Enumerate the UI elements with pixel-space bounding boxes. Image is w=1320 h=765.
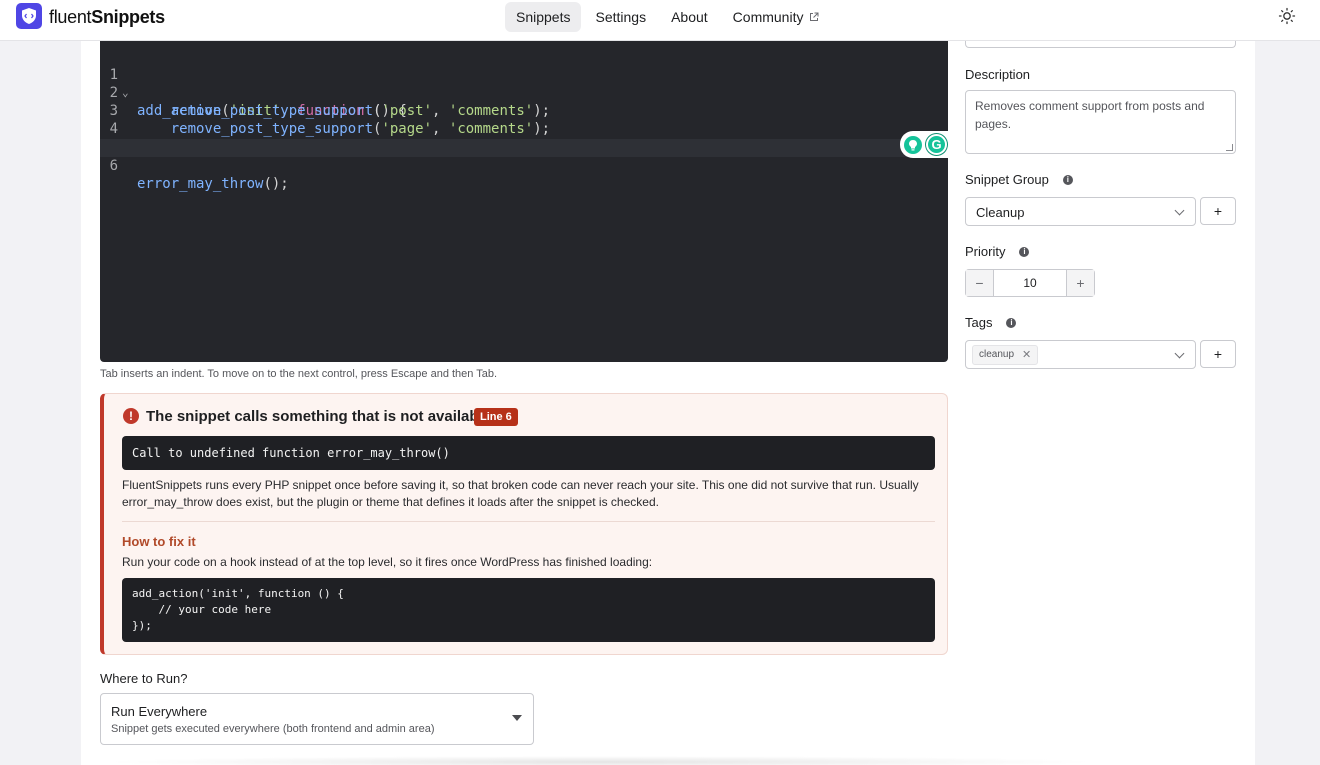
close-icon[interactable]: ✕ xyxy=(1022,346,1031,364)
error-icon: ! xyxy=(123,408,139,424)
tag-label: cleanup xyxy=(979,349,1015,360)
priority-label: Priority i xyxy=(965,244,1030,259)
tag-chip: cleanup ✕ xyxy=(972,345,1039,365)
priority-stepper: − 10 + xyxy=(965,269,1095,297)
section-shadow xyxy=(100,756,1100,765)
add-tag-button[interactable]: + xyxy=(1200,340,1236,368)
tags-select[interactable]: cleanup ✕ xyxy=(965,340,1196,369)
external-link-icon xyxy=(809,2,819,32)
main-nav: Snippets Settings About Community xyxy=(505,1,833,33)
description-value: Removes comment support from posts and p… xyxy=(975,99,1205,131)
code-line[interactable]: 4 }); xyxy=(100,102,948,155)
snippet-group-label: Snippet Group i xyxy=(965,172,1073,187)
code-editor[interactable]: 1 ⌄ add_action('init', function () { 2 r… xyxy=(100,41,948,362)
error-title: The snippet calls something that is not … xyxy=(146,408,517,425)
brand-name[interactable]: fluentSnippets xyxy=(49,7,165,28)
where-to-run-description: Snippet gets executed everywhere (both f… xyxy=(111,723,435,735)
grammarly-icon[interactable]: G xyxy=(926,134,947,155)
error-description: FluentSnippets runs every PHP snippet on… xyxy=(122,478,919,509)
caret-down-icon xyxy=(512,715,522,721)
code-line[interactable]: 3 remove_post_type_support('page', 'comm… xyxy=(100,84,948,137)
snippet-group-value: Cleanup xyxy=(976,205,1025,220)
description-label: Description xyxy=(965,67,1030,82)
minus-icon[interactable]: − xyxy=(966,270,994,296)
nav-settings[interactable]: Settings xyxy=(584,2,657,32)
fix-title: How to fix it xyxy=(122,534,196,549)
info-icon[interactable]: i xyxy=(1019,246,1030,257)
error-code: Call to undefined function error_may_thr… xyxy=(122,436,935,470)
tags-label-text: Tags xyxy=(965,315,993,330)
where-to-run-label: Where to Run? xyxy=(100,671,188,686)
top-navigation-bar: fluentSnippets Snippets Settings About C… xyxy=(0,0,1320,41)
fix-code-block: add_action('init', function () { // your… xyxy=(122,578,935,642)
code-line[interactable]: 2 remove_post_type_support('post', 'comm… xyxy=(100,66,948,119)
sun-icon[interactable] xyxy=(1278,7,1296,25)
divider xyxy=(122,521,935,522)
grammarly-suggest-icon[interactable] xyxy=(904,135,922,154)
chevron-down-icon xyxy=(1174,205,1185,216)
plus-icon[interactable]: + xyxy=(1066,270,1094,296)
description-textarea[interactable]: Removes comment support from posts and p… xyxy=(965,90,1236,154)
code-text: error_may_throw(); xyxy=(137,176,289,192)
info-icon[interactable]: i xyxy=(1062,174,1073,185)
description-label-text: Description xyxy=(965,67,1031,82)
brand-name-bold: Snippets xyxy=(91,7,165,27)
info-icon[interactable]: i xyxy=(1006,317,1017,328)
chevron-down-icon xyxy=(1174,348,1185,359)
nav-community-label: Community xyxy=(732,9,804,25)
priority-input[interactable]: 10 xyxy=(994,270,1066,296)
tags-label: Tags i xyxy=(965,315,1017,330)
nav-snippets[interactable]: Snippets xyxy=(505,2,582,32)
code-line[interactable]: 5 xyxy=(100,121,948,156)
where-to-run-value: Run Everywhere xyxy=(111,704,208,719)
priority-label-text: Priority xyxy=(965,244,1006,259)
add-group-button[interactable]: + xyxy=(1200,197,1236,225)
code-line[interactable]: 1 ⌄ add_action('init', function () { xyxy=(100,48,948,119)
fix-description: Run your code on a hook instead of at th… xyxy=(122,555,653,569)
shield-logo-icon[interactable] xyxy=(16,3,42,29)
line-badge[interactable]: Line 6 xyxy=(474,408,518,426)
error-alert: ! The snippet calls something that is no… xyxy=(100,393,948,655)
where-to-run-select[interactable]: Run Everywhere Snippet gets executed eve… xyxy=(100,693,534,745)
line-number: 6 xyxy=(109,158,118,174)
resize-handle[interactable] xyxy=(1226,144,1233,151)
nav-about[interactable]: About xyxy=(660,2,719,32)
brand-name-light: fluent xyxy=(49,7,92,27)
snippet-group-label-text: Snippet Group xyxy=(965,172,1049,187)
code-line-current[interactable]: 6 error_may_throw(); xyxy=(100,139,948,192)
nav-community[interactable]: Community xyxy=(722,2,831,32)
editor-hint: Tab inserts an indent. To move on to the… xyxy=(100,368,498,380)
grammarly-widget[interactable]: G xyxy=(900,131,948,158)
snippet-group-select[interactable]: Cleanup xyxy=(965,197,1196,226)
